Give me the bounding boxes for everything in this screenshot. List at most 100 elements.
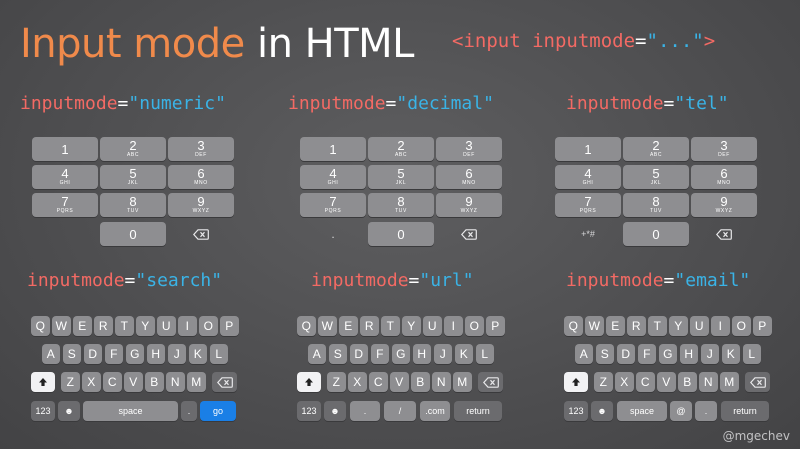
return-key[interactable]: return xyxy=(721,401,769,421)
key-q[interactable]: Q xyxy=(564,316,583,336)
key-y[interactable]: Y xyxy=(669,316,688,336)
emoji-key[interactable]: ☻ xyxy=(58,401,80,421)
key-u[interactable]: U xyxy=(423,316,442,336)
key-h[interactable]: H xyxy=(679,344,698,364)
decimal-point-key[interactable]: . xyxy=(300,222,366,246)
key-t[interactable]: T xyxy=(115,316,134,336)
at-key[interactable]: @ xyxy=(670,401,692,421)
go-button[interactable]: go xyxy=(200,401,236,421)
key-s[interactable]: S xyxy=(62,344,81,364)
key-2[interactable]: 2 ABC xyxy=(623,137,689,161)
backspace-key[interactable] xyxy=(691,222,757,246)
numbers-key[interactable]: 123 xyxy=(564,401,588,421)
key-f[interactable]: F xyxy=(637,344,656,364)
space-key[interactable]: space xyxy=(617,401,667,421)
key-1[interactable]: 1 xyxy=(32,137,98,161)
key-d[interactable]: D xyxy=(349,344,368,364)
key-g[interactable]: G xyxy=(391,344,410,364)
shift-key[interactable] xyxy=(297,372,321,392)
key-7[interactable]: 7 PQRS xyxy=(300,193,366,217)
key-1[interactable]: 1 xyxy=(555,137,621,161)
key-7[interactable]: 7 PQRS xyxy=(32,193,98,217)
key-u[interactable]: U xyxy=(690,316,709,336)
return-key[interactable]: return xyxy=(454,401,502,421)
backspace-key[interactable] xyxy=(436,222,502,246)
key-v[interactable]: V xyxy=(390,372,409,392)
key-d[interactable]: D xyxy=(83,344,102,364)
key-i[interactable]: I xyxy=(178,316,197,336)
key-x[interactable]: X xyxy=(82,372,101,392)
dot-com-key[interactable]: .com xyxy=(420,401,450,421)
key-t[interactable]: T xyxy=(381,316,400,336)
key-j[interactable]: J xyxy=(700,344,719,364)
key-s[interactable]: S xyxy=(595,344,614,364)
key-9[interactable]: 9 WXYZ xyxy=(436,193,502,217)
backspace-key[interactable] xyxy=(168,222,234,246)
key-b[interactable]: B xyxy=(678,372,697,392)
numbers-key[interactable]: 123 xyxy=(31,401,55,421)
key-4[interactable]: 4 GHI xyxy=(32,165,98,189)
dot-key[interactable]: . xyxy=(695,401,717,421)
key-2[interactable]: 2 ABC xyxy=(100,137,166,161)
key-i[interactable]: I xyxy=(444,316,463,336)
key-8[interactable]: 8 TUV xyxy=(368,193,434,217)
key-y[interactable]: Y xyxy=(402,316,421,336)
key-p[interactable]: P xyxy=(753,316,772,336)
key-a[interactable]: A xyxy=(574,344,593,364)
dot-key[interactable]: . xyxy=(350,401,380,421)
key-i[interactable]: I xyxy=(711,316,730,336)
key-s[interactable]: S xyxy=(328,344,347,364)
key-q[interactable]: Q xyxy=(297,316,316,336)
key-p[interactable]: P xyxy=(220,316,239,336)
key-j[interactable]: J xyxy=(167,344,186,364)
key-3[interactable]: 3 DEF xyxy=(168,137,234,161)
key-w[interactable]: W xyxy=(318,316,337,336)
key-w[interactable]: W xyxy=(585,316,604,336)
key-u[interactable]: U xyxy=(157,316,176,336)
space-key[interactable]: space xyxy=(83,401,178,421)
key-l[interactable]: L xyxy=(742,344,761,364)
key-4[interactable]: 4 GHI xyxy=(300,165,366,189)
backspace-key[interactable] xyxy=(745,372,770,392)
key-n[interactable]: N xyxy=(432,372,451,392)
key-0[interactable]: 0 xyxy=(100,222,166,246)
key-0[interactable]: 0 xyxy=(623,222,689,246)
key-a[interactable]: A xyxy=(41,344,60,364)
shift-key[interactable] xyxy=(31,372,55,392)
key-e[interactable]: E xyxy=(606,316,625,336)
key-f[interactable]: F xyxy=(370,344,389,364)
key-0[interactable]: 0 xyxy=(368,222,434,246)
key-z[interactable]: Z xyxy=(594,372,613,392)
key-5[interactable]: 5 JKL xyxy=(623,165,689,189)
key-2[interactable]: 2 ABC xyxy=(368,137,434,161)
emoji-key[interactable]: ☻ xyxy=(591,401,613,421)
key-l[interactable]: L xyxy=(209,344,228,364)
key-k[interactable]: K xyxy=(454,344,473,364)
key-o[interactable]: O xyxy=(465,316,484,336)
key-5[interactable]: 5 JKL xyxy=(368,165,434,189)
key-8[interactable]: 8 TUV xyxy=(100,193,166,217)
key-p[interactable]: P xyxy=(486,316,505,336)
key-7[interactable]: 7 PQRS xyxy=(555,193,621,217)
backspace-key[interactable] xyxy=(212,372,237,392)
key-3[interactable]: 3 DEF xyxy=(691,137,757,161)
key-8[interactable]: 8 TUV xyxy=(623,193,689,217)
key-e[interactable]: E xyxy=(339,316,358,336)
key-v[interactable]: V xyxy=(124,372,143,392)
key-h[interactable]: H xyxy=(146,344,165,364)
key-a[interactable]: A xyxy=(307,344,326,364)
key-z[interactable]: Z xyxy=(61,372,80,392)
key-m[interactable]: M xyxy=(453,372,472,392)
key-9[interactable]: 9 WXYZ xyxy=(168,193,234,217)
key-3[interactable]: 3 DEF xyxy=(436,137,502,161)
key-t[interactable]: T xyxy=(648,316,667,336)
key-z[interactable]: Z xyxy=(327,372,346,392)
key-c[interactable]: C xyxy=(369,372,388,392)
key-r[interactable]: R xyxy=(360,316,379,336)
key-x[interactable]: X xyxy=(348,372,367,392)
key-r[interactable]: R xyxy=(94,316,113,336)
key-k[interactable]: K xyxy=(188,344,207,364)
key-5[interactable]: 5 JKL xyxy=(100,165,166,189)
key-n[interactable]: N xyxy=(166,372,185,392)
key-6[interactable]: 6 MNO xyxy=(691,165,757,189)
